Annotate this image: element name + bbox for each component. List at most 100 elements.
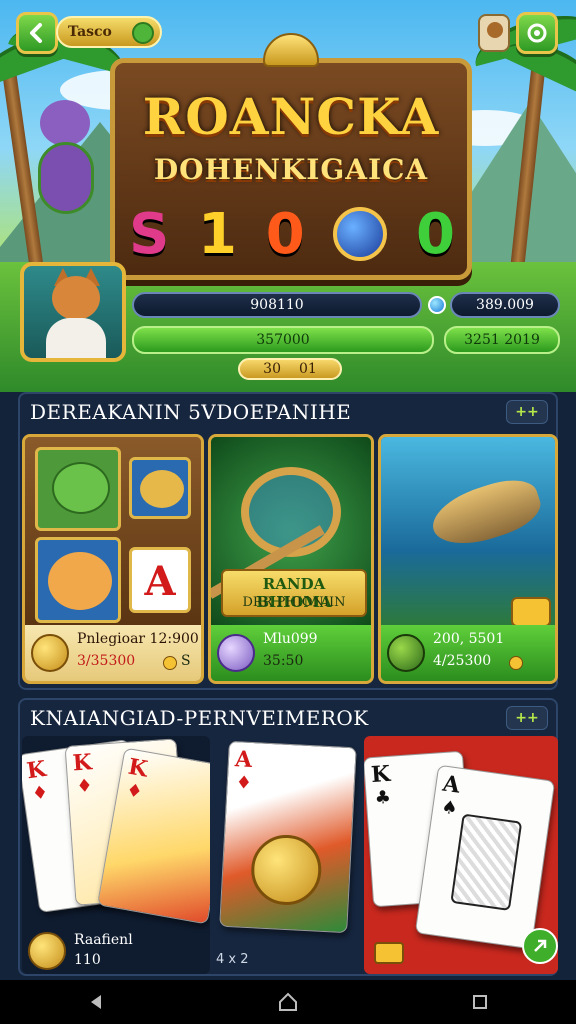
game-logo-sign: ROANCKA DOHENKIGAICA S 1 0 0	[110, 33, 472, 280]
game-card[interactable]: 200, 5501 4/25300	[378, 434, 558, 684]
xp-value: 357000	[256, 332, 310, 348]
currency-badge[interactable]: Tasco	[56, 16, 162, 48]
score-value: 908110	[250, 297, 304, 313]
level-bar: 30 01	[238, 358, 342, 380]
card-name: Pnlegioar 12:900	[77, 631, 199, 647]
system-navigation-bar	[0, 980, 576, 1024]
play-button[interactable]	[522, 928, 558, 964]
mini-coin-icon	[163, 656, 177, 670]
card-suit: ♣	[374, 786, 392, 809]
fox-body	[46, 318, 106, 358]
section-title: DEREAKANIN 5VDOEPANIHE	[30, 400, 352, 424]
bait-button[interactable]	[511, 597, 551, 627]
fox-character-icon	[52, 276, 100, 320]
game-banner: RANDA BHIOMA DRR PHIONIIN	[221, 569, 367, 617]
card-rank: A	[234, 746, 253, 773]
game-card[interactable]: A Pnlegioar 12:900 3/35300 S	[22, 434, 204, 684]
card-art	[381, 437, 555, 627]
clover-icon	[132, 22, 154, 44]
nav-recents-button[interactable]	[460, 982, 500, 1022]
card-art: RANDA BHIOMA DRR PHIONIIN	[211, 437, 371, 627]
blue-orb-icon	[333, 207, 388, 261]
settings-button[interactable]	[516, 12, 558, 54]
card-value: 3/35300	[77, 653, 136, 669]
game-card[interactable]: RANDA BHIOMA DRR PHIONIIN Mlu099 35:50	[208, 434, 374, 684]
purple-creature-mascot	[28, 100, 106, 218]
card-rank: K	[370, 760, 392, 789]
section-title: KNAIANGIAD-PERNVEIMEROK	[30, 706, 369, 730]
fish-tile	[129, 457, 191, 519]
card-rank: K	[71, 749, 93, 777]
card-footer: Pnlegioar 12:900 3/35300 S	[25, 625, 201, 681]
chevron-left-icon	[30, 23, 42, 43]
yellow-fish-icon	[140, 470, 184, 508]
card-value-suffix: S	[181, 653, 191, 669]
card-value: 4/25300	[433, 653, 492, 669]
duck-icon	[387, 634, 425, 672]
profile-avatar[interactable]	[478, 14, 510, 52]
slot-symbol: S	[129, 201, 170, 267]
home-icon	[279, 992, 297, 1011]
game-name: Raafienl	[74, 932, 133, 948]
card-rank: K	[25, 755, 48, 785]
logo-subtitle: DOHENKIGAICA	[153, 153, 429, 186]
square-icon	[473, 995, 487, 1009]
crocodile-tile	[35, 447, 121, 531]
card-suit: ♦	[124, 779, 145, 804]
card-suit: ♦	[30, 781, 50, 805]
card-game-tile[interactable]: K ♣ A ♠	[364, 736, 558, 974]
power-icon	[527, 23, 547, 43]
fish-icon	[425, 471, 547, 555]
card-suit: ♠	[440, 796, 459, 820]
gems-bar: 389.009	[450, 292, 560, 318]
nav-home-button[interactable]	[268, 982, 308, 1022]
more-button[interactable]: ++	[506, 400, 548, 424]
banner-subtitle: DRR PHIONIIN	[242, 595, 346, 610]
featured-games-panel: DEREAKANIN 5VDOEPANIHE ++ A Pnlegioar 12…	[18, 392, 558, 690]
back-button[interactable]	[16, 12, 58, 54]
card-suit: ♦	[235, 772, 253, 795]
more-button[interactable]: ++	[506, 706, 548, 730]
card-suit: ♦	[75, 775, 94, 798]
gems-value: 389.009	[476, 297, 534, 313]
slot-symbol: 1	[198, 201, 237, 267]
ace-tile: A	[129, 547, 191, 613]
pufferfish-icon	[48, 552, 112, 610]
hero-banner: Tasco ROANCKA DOHENKIGAICA S 1 0 0 90811…	[0, 0, 576, 392]
card-name: Mlu099	[263, 631, 318, 647]
slot-symbol: 0	[265, 201, 305, 267]
currency-badge-label: Tasco	[68, 24, 112, 40]
back-triangle-icon	[91, 995, 101, 1009]
card-game-tile[interactable]: K ♦ K ♦ K ♦ Raafienl 110	[22, 736, 210, 974]
arrow-up-right-icon	[534, 939, 547, 952]
card-art: A	[25, 437, 201, 627]
card-footer: 200, 5501 4/25300	[381, 625, 555, 681]
coins-value: 3251 2019	[464, 332, 540, 348]
gem-icon	[428, 296, 446, 314]
nav-back-button[interactable]	[76, 982, 116, 1022]
card-footer: Mlu099 35:50	[211, 625, 371, 681]
slot-symbol: 0	[416, 201, 455, 267]
card-rank: K	[126, 753, 150, 783]
playing-card: A ♠	[414, 764, 556, 950]
avatar-face-icon	[487, 22, 503, 38]
card-illustration	[450, 813, 523, 911]
coin-icon	[31, 634, 69, 672]
crocodile-icon	[52, 462, 110, 514]
coins-bar[interactable]: 3251 2019	[444, 326, 560, 354]
game-value: 110	[74, 952, 101, 968]
score-bar: 908110	[132, 292, 422, 318]
pufferfish-tile	[35, 537, 121, 623]
logo-title: ROANCKA	[142, 87, 440, 146]
card-name: 200, 5501	[433, 631, 505, 647]
mini-coin-icon	[509, 656, 523, 670]
letter-a-icon: A	[144, 558, 176, 605]
featured-playing-card[interactable]: A ♦	[219, 740, 357, 934]
gold-coin-stack-icon	[249, 833, 324, 907]
card-value: 35:50	[263, 653, 304, 669]
player-avatar-frame[interactable]	[20, 262, 126, 362]
coin-icon	[28, 932, 66, 970]
level-left: 30	[263, 361, 281, 377]
purple-token-icon	[217, 634, 255, 672]
ticket-icon	[374, 942, 404, 964]
